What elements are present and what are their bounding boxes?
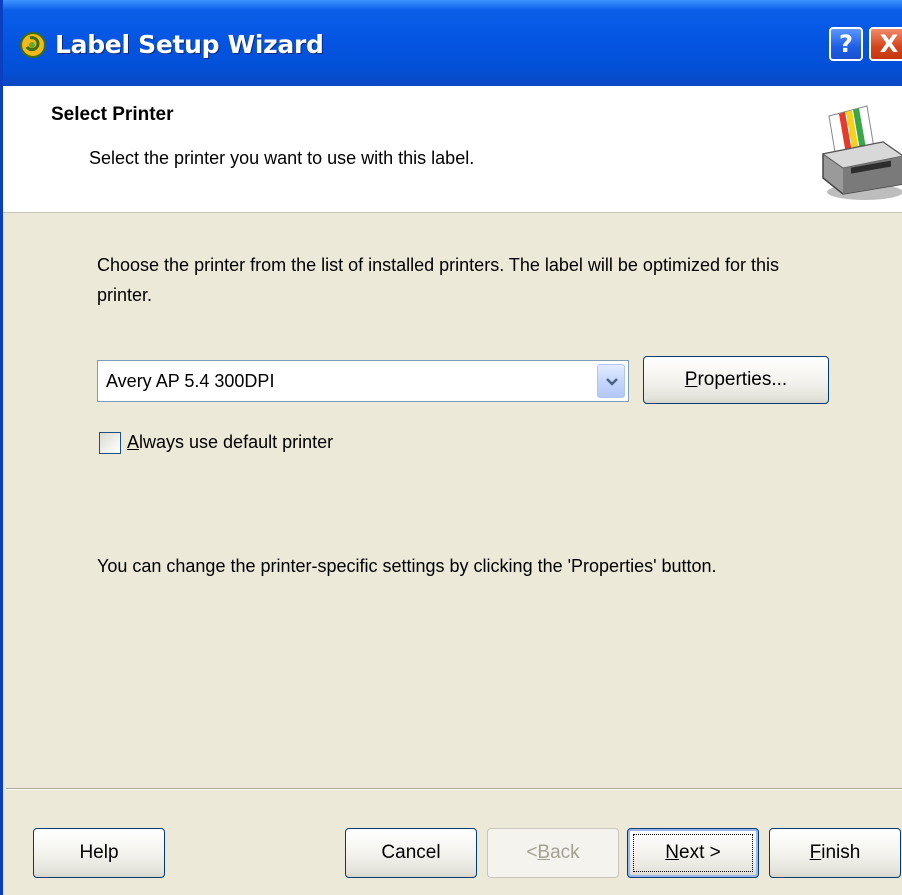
cancel-label: Cancel bbox=[381, 842, 441, 863]
properties-mnemonic: P bbox=[684, 369, 698, 390]
chevron-down-icon bbox=[606, 378, 618, 386]
close-icon: X bbox=[879, 30, 899, 58]
title-bar[interactable]: Label Setup Wizard ? X bbox=[3, 0, 902, 86]
default-printer-checkbox[interactable] bbox=[99, 432, 121, 454]
properties-hint-text: You can change the printer-specific sett… bbox=[97, 556, 717, 576]
checkbox-label-text: lways use default printer bbox=[139, 432, 334, 452]
printer-icon bbox=[821, 105, 902, 200]
focus-rectangle bbox=[633, 834, 753, 872]
next-button[interactable]: Next > bbox=[627, 828, 759, 878]
checkbox-mnemonic: A bbox=[127, 432, 140, 452]
titlebar-help-button[interactable]: ? bbox=[829, 27, 863, 61]
titlebar-close-button[interactable]: X bbox=[869, 27, 902, 61]
question-icon: ? bbox=[839, 30, 853, 58]
instructions-text: Choose the printer from the list of inst… bbox=[97, 255, 779, 305]
help-label: Help bbox=[79, 842, 119, 863]
finish-button[interactable]: Finish bbox=[769, 828, 901, 878]
back-label: ack bbox=[550, 842, 580, 863]
printer-select-value: Avery AP 5.4 300DPI bbox=[106, 371, 275, 391]
cancel-button[interactable]: Cancel bbox=[345, 828, 477, 878]
properties-label: roperties... bbox=[697, 369, 788, 390]
help-button[interactable]: Help bbox=[33, 828, 165, 878]
wizard-app-icon bbox=[20, 32, 46, 58]
printer-select-dropdown-button[interactable] bbox=[597, 364, 625, 398]
back-button[interactable]: < Back bbox=[487, 828, 619, 878]
back-mnemonic: B bbox=[537, 842, 551, 863]
default-printer-checkbox-label[interactable]: Always use default printer bbox=[127, 432, 333, 453]
finish-mnemonic: F bbox=[809, 842, 822, 863]
label-setup-wizard-window: Label Setup Wizard ? X Select Printer Se… bbox=[0, 0, 902, 895]
window-title: Label Setup Wizard bbox=[55, 30, 324, 59]
printer-select[interactable]: Avery AP 5.4 300DPI bbox=[97, 360, 629, 402]
page-subtitle: Select the printer you want to use with … bbox=[89, 148, 475, 168]
properties-button[interactable]: Properties... bbox=[643, 356, 829, 404]
back-prefix: < bbox=[526, 842, 538, 863]
page-title: Select Printer bbox=[51, 104, 174, 125]
footer-divider bbox=[6, 788, 902, 790]
finish-label: inish bbox=[821, 842, 861, 863]
